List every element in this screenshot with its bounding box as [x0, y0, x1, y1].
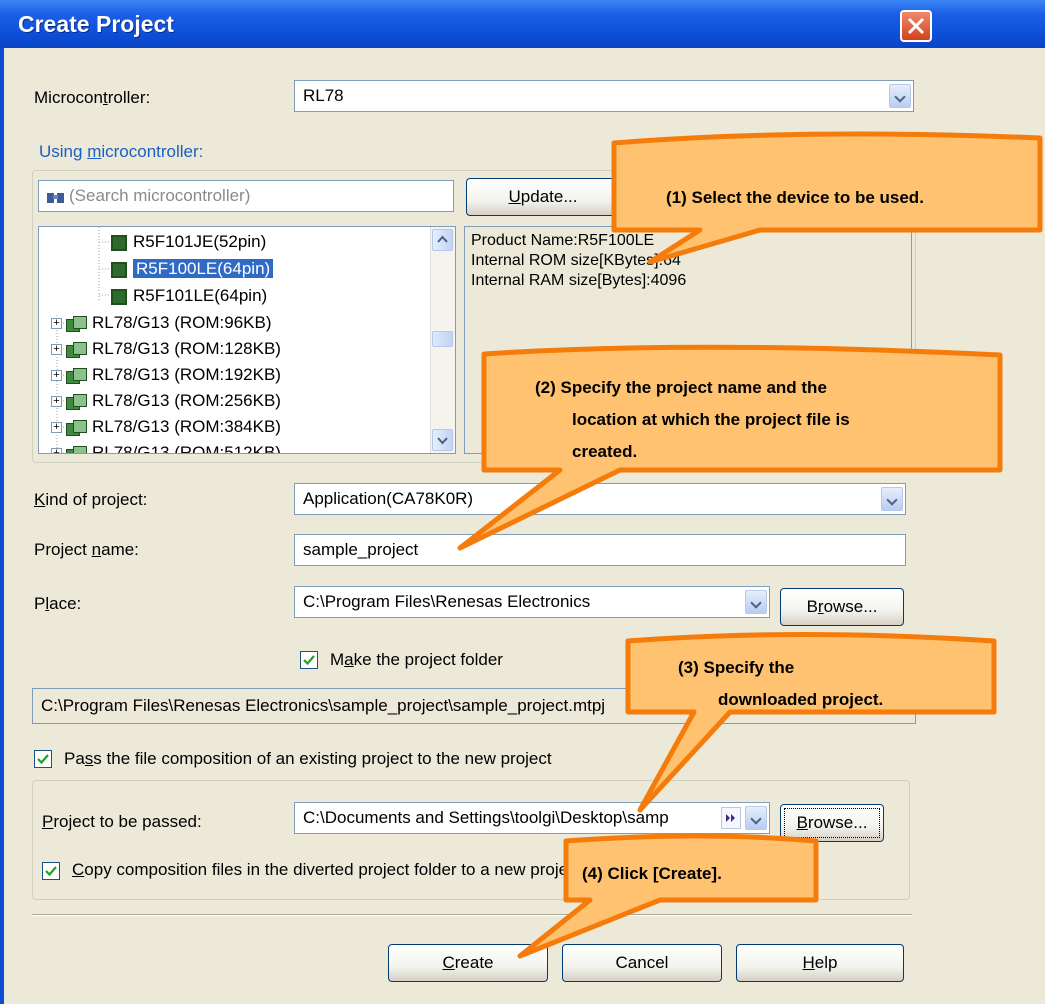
callout-shapes [457, 131, 1043, 959]
callout-4-text: (4) Click [Create]. [582, 864, 722, 883]
callout-2-line3: created. [572, 442, 638, 461]
callout-1-text: (1) Select the device to be used. [666, 188, 924, 207]
callout-2-line2: location at which the project file is [572, 410, 850, 429]
callout-shape-4 [517, 833, 819, 959]
callout-3-line1: (3) Specify the [678, 658, 795, 677]
callout-3-line2: downloaded project. [718, 690, 884, 709]
callout-2-line1: (2) Specify the project name and the [535, 378, 827, 397]
